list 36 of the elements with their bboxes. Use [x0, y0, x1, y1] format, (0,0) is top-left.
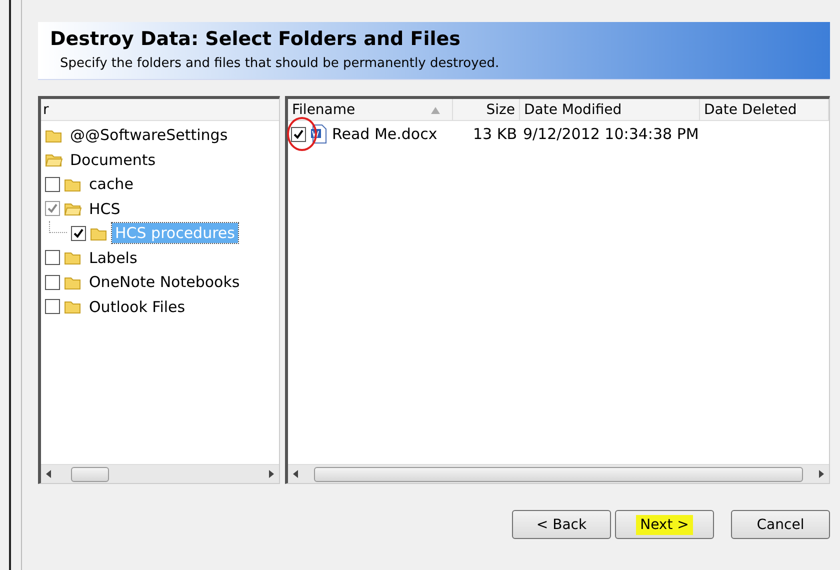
scrollbar-thumb[interactable]	[314, 466, 803, 482]
page-subtitle: Specify the folders and files that should be permanently destroyed.	[60, 56, 500, 71]
column-header[interactable]: Filename	[288, 99, 453, 121]
folder-icon	[64, 201, 82, 216]
column-header[interactable]: Size	[453, 99, 520, 121]
tree-item[interactable]: Labels	[86, 248, 140, 268]
table-cell-text: 13 KB	[472, 125, 518, 143]
wizard-button[interactable]: Cancel	[731, 510, 830, 539]
tree-item[interactable]: cache	[86, 174, 136, 194]
checkbox[interactable]	[45, 299, 60, 314]
scrollbar-thumb[interactable]	[71, 466, 109, 482]
horizontal-scrollbar[interactable]	[41, 464, 279, 483]
folder-icon	[64, 299, 82, 314]
table-cell-text: 9/12/2012 10:34:38 PM	[522, 125, 700, 143]
tree-item[interactable]: Outlook Files	[86, 296, 188, 317]
folder-icon	[45, 152, 63, 168]
tree-item[interactable]: @@SoftwareSettings	[67, 125, 231, 146]
folder-icon	[90, 226, 108, 241]
checkbox[interactable]	[45, 274, 60, 290]
checkbox[interactable]	[45, 176, 60, 192]
folder-icon	[45, 128, 63, 143]
checkbox[interactable]	[291, 126, 306, 142]
folder-icon	[64, 274, 82, 290]
file-name: Read Me.docx	[332, 125, 438, 143]
horizontal-scrollbar[interactable]	[288, 464, 829, 483]
folder-icon	[64, 176, 82, 192]
column-header[interactable]: r	[41, 99, 279, 121]
tree-item[interactable]: OneNote Notebooks	[86, 272, 243, 292]
checkbox[interactable]	[45, 250, 60, 266]
tree-item[interactable]: HCS	[86, 198, 124, 219]
folder-icon	[64, 250, 82, 266]
column-header[interactable]: Date Deleted	[700, 99, 829, 121]
column-header[interactable]: Date Modified	[520, 99, 700, 121]
sort-arrow-icon	[431, 106, 440, 114]
tree-item[interactable]: Documents	[67, 150, 159, 170]
page-title: Destroy Data: Select Folders and Files	[50, 28, 460, 50]
